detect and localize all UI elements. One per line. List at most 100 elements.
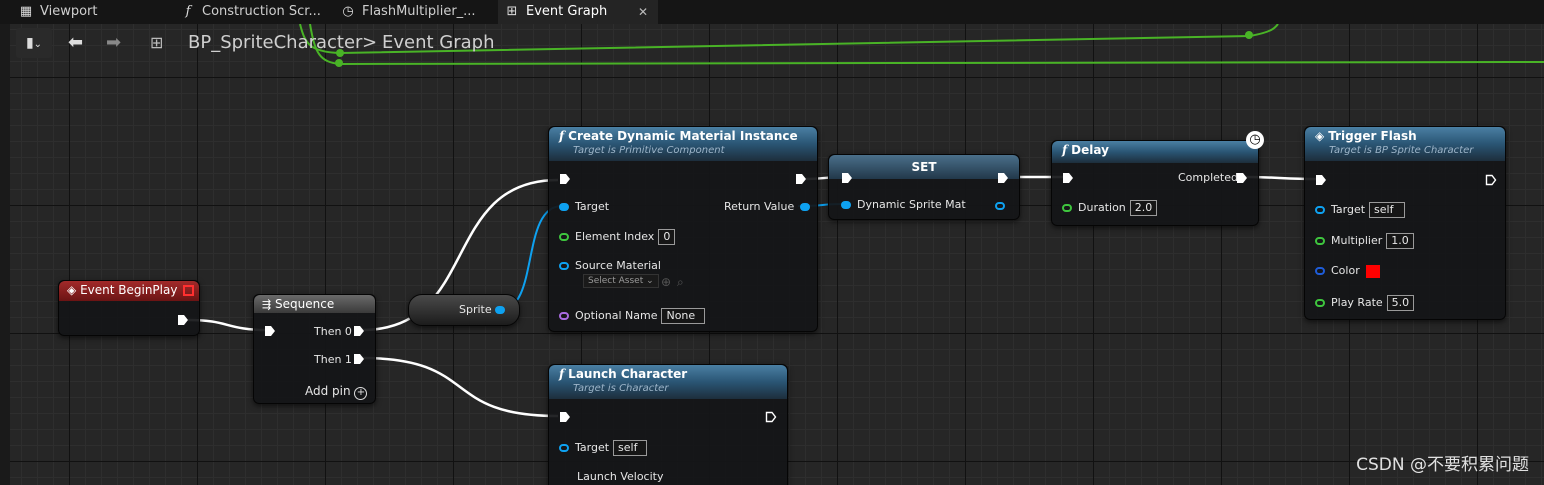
- node-header: ◈ Event BeginPlay: [59, 281, 199, 301]
- duration-input[interactable]: 2.0: [1129, 200, 1158, 216]
- tab-viewport[interactable]: ▦ Viewport: [18, 0, 168, 24]
- multiplier-input[interactable]: 1.0: [1386, 233, 1414, 249]
- function-icon: f: [185, 4, 191, 19]
- node-header: ⇶ Sequence: [254, 295, 375, 313]
- sprite-label: Sprite: [459, 303, 492, 316]
- launch-velocity-label: Launch Velocity: [577, 470, 664, 483]
- clock-icon: ◷: [1246, 131, 1264, 149]
- breadcrumb-root[interactable]: BP_SpriteCharacter: [188, 32, 362, 53]
- add-pin-button[interactable]: Add pin +: [305, 384, 368, 400]
- node-event-beginplay[interactable]: ◈ Event BeginPlay: [58, 280, 200, 336]
- breadcrumb-current[interactable]: Event Graph: [382, 32, 495, 53]
- float-pin-icon: [1062, 204, 1072, 212]
- exec-out-pin[interactable]: [765, 411, 777, 423]
- exec-in-pin[interactable]: [841, 172, 853, 184]
- node-delay[interactable]: f Delay ◷ Completed Duration 2.0: [1051, 131, 1264, 226]
- exec-out-pin[interactable]: [1485, 174, 1497, 186]
- object-pin-icon: [1315, 206, 1325, 214]
- breadcrumb-separator: >: [362, 32, 378, 53]
- play-rate-input[interactable]: 5.0: [1386, 295, 1415, 311]
- exec-completed-pin[interactable]: [1236, 172, 1248, 184]
- float-pin-icon: [1315, 299, 1325, 307]
- node-create-dmi[interactable]: f Create Dynamic Material Instance Target…: [548, 126, 818, 332]
- search-icon[interactable]: ⌕: [677, 275, 684, 290]
- target-input[interactable]: self: [613, 440, 648, 456]
- bookmark-dropdown[interactable]: ▮⌄: [16, 28, 52, 58]
- use-selected-icon[interactable]: ⊕: [661, 275, 671, 289]
- then1-label: Then 1: [314, 353, 352, 366]
- exec-out-pin[interactable]: [177, 314, 189, 326]
- exec-then0-pin[interactable]: [353, 325, 365, 337]
- exec-in-pin[interactable]: [1315, 174, 1327, 186]
- then0-label: Then 0: [314, 325, 352, 338]
- watermark: CSDN @不要积累问题: [1356, 455, 1529, 475]
- multiplier-pin[interactable]: Multiplier 1.0: [1315, 233, 1414, 249]
- completed-label: Completed: [1178, 171, 1238, 184]
- name-pin-icon: [559, 312, 569, 320]
- forward-button[interactable]: ➡: [106, 28, 121, 58]
- function-icon: f: [1062, 143, 1068, 157]
- element-index-pin[interactable]: Element Index 0: [559, 229, 676, 245]
- exec-out-pin[interactable]: [997, 172, 1009, 184]
- event-diamond-icon: ◈: [67, 283, 77, 297]
- object-pin-icon: [559, 203, 569, 211]
- bookmark-icon: ▮: [25, 35, 34, 51]
- target-input[interactable]: self: [1369, 202, 1406, 218]
- color-pin[interactable]: Color: [1315, 264, 1380, 278]
- sequence-icon: ⇶: [262, 298, 272, 311]
- exec-in-pin[interactable]: [559, 411, 571, 423]
- tab-bar: ▦ Viewport f Construction Scr... ◷ FlashMul…: [0, 0, 1544, 24]
- dynamic-sprite-mat-pin[interactable]: Dynamic Sprite Mat: [841, 198, 966, 211]
- add-pin-icon: +: [354, 387, 368, 400]
- optional-name-pin[interactable]: Optional Name None: [559, 308, 706, 324]
- exec-in-pin[interactable]: [264, 325, 276, 337]
- function-icon: f: [559, 367, 565, 381]
- exec-then1-pin[interactable]: [353, 353, 365, 365]
- wire-exec-then1: [361, 356, 559, 418]
- sprite-out-pin[interactable]: [495, 306, 505, 314]
- exec-out-pin[interactable]: [795, 173, 807, 185]
- node-header: ◈ Trigger Flash Target is BP Sprite Chara…: [1305, 127, 1505, 161]
- tab-flash-multiplier[interactable]: ◷ FlashMultiplier_...: [340, 0, 490, 24]
- close-icon[interactable]: ✕: [638, 0, 648, 24]
- graph-icon: ⊞: [506, 4, 518, 19]
- target-pin[interactable]: Target: [559, 200, 609, 213]
- color-swatch[interactable]: [1365, 264, 1380, 278]
- delegate-pin-icon[interactable]: [183, 285, 194, 296]
- element-index-input[interactable]: 0: [658, 229, 676, 245]
- hierarchy-icon[interactable]: ⊞: [150, 28, 163, 58]
- source-material-pin[interactable]: Source Material: [559, 259, 661, 272]
- exec-in-pin[interactable]: [559, 173, 571, 185]
- target-pin[interactable]: Target self: [559, 440, 648, 456]
- chevron-down-icon: ⌄: [646, 276, 654, 286]
- exec-in-pin[interactable]: [1062, 172, 1074, 184]
- duration-pin[interactable]: Duration 2.0: [1062, 200, 1158, 216]
- graph-canvas[interactable]: ◈ Event BeginPlay ⇶ Sequence Then 0 Then…: [10, 24, 1544, 485]
- object-pin-icon: [559, 444, 569, 452]
- node-launch-character[interactable]: f Launch Character Target is Character Ta…: [548, 364, 788, 485]
- event-diamond-icon: ◈: [1315, 129, 1325, 143]
- object-pin-icon: [559, 262, 569, 270]
- node-trigger-flash[interactable]: ◈ Trigger Flash Target is BP Sprite Chara…: [1304, 126, 1506, 320]
- return-value-pin[interactable]: Return Value: [724, 200, 811, 213]
- back-button[interactable]: ⬅: [68, 28, 83, 58]
- node-sprite-getter[interactable]: Sprite: [408, 294, 520, 326]
- reroute-dot: [335, 59, 343, 67]
- target-pin[interactable]: Target self: [1315, 202, 1406, 218]
- grid-icon: ▦: [19, 4, 33, 19]
- optional-name-input[interactable]: None: [661, 308, 706, 324]
- tab-event-graph[interactable]: ⊞ Event Graph ✕: [498, 0, 658, 24]
- play-rate-pin[interactable]: Play Rate 5.0: [1315, 295, 1415, 311]
- node-set[interactable]: SET Dynamic Sprite Mat: [828, 154, 1020, 220]
- node-sequence[interactable]: ⇶ Sequence Then 0 Then 1 Add pin +: [253, 294, 376, 404]
- int-pin-icon: [559, 233, 569, 241]
- tab-construction-script[interactable]: f Construction Scr...: [180, 0, 330, 24]
- select-asset-dropdown[interactable]: Select Asset ⌄: [583, 274, 659, 288]
- clock-icon: ◷: [342, 4, 354, 19]
- node-header: f Create Dynamic Material Instance Target…: [549, 127, 817, 161]
- set-out-pin[interactable]: [995, 202, 1005, 210]
- node-header: SET: [829, 155, 1019, 179]
- arrow-right-icon: ➡: [106, 32, 122, 53]
- chevron-down-icon: ⌄: [33, 39, 43, 50]
- reroute-dot: [1245, 31, 1253, 39]
